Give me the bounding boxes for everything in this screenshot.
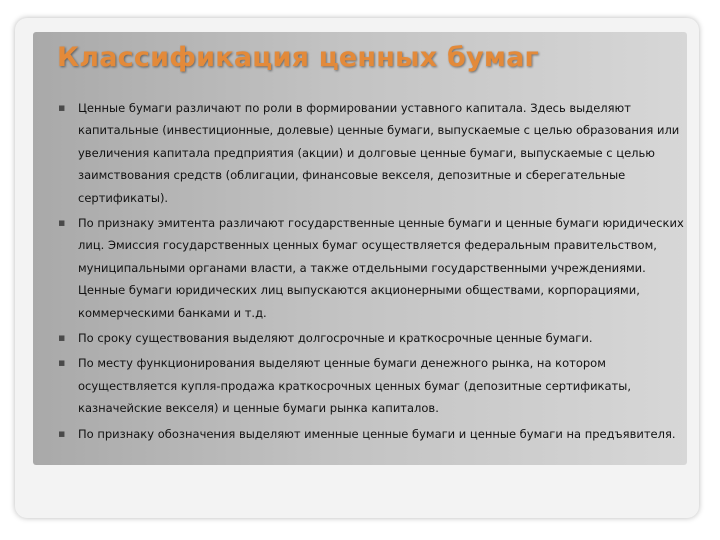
bullet-item-issuer: ▪ По признаку эмитента различают государ… (55, 212, 685, 324)
bullet-text: По сроку существования выделяют долгосро… (78, 331, 593, 346)
bullet-item-market: ▪ По месту функционирования выделяют цен… (55, 352, 685, 419)
bullet-icon: ▪ (58, 331, 66, 345)
bullet-icon: ▪ (58, 216, 66, 230)
bullet-icon: ▪ (58, 101, 66, 114)
bullet-item-designation: ▪ По признаку обозначения выделяют именн… (55, 423, 685, 445)
bullet-item-role: ▪ Ценные бумаги различают по роли в форм… (55, 97, 685, 209)
bullet-item-term: ▪ По сроку существования выделяют долгос… (55, 327, 685, 349)
bullet-text: По месту функционирования выделяют ценны… (78, 356, 631, 416)
bullet-text: По признаку обозначения выделяют именные… (78, 426, 676, 441)
bullet-list: ▪ Ценные бумаги различают по роли в форм… (55, 97, 685, 448)
bullet-text: По признаку эмитента различают государст… (78, 216, 684, 320)
slide: Классификация ценных бумаг ▪ Ценные бума… (0, 0, 720, 540)
bullet-text: Ценные бумаги различают по роли в формир… (78, 101, 680, 205)
bullet-icon: ▪ (58, 356, 66, 370)
slide-title: Классификация ценных бумаг (57, 42, 539, 73)
bullet-icon: ▪ (58, 426, 66, 440)
